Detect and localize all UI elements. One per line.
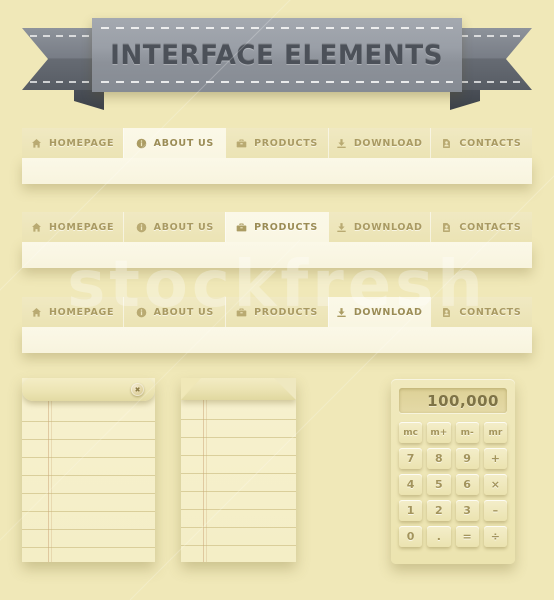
calc-key-decimal[interactable]: . [427,526,451,547]
nav-tab-label: PRODUCTS [254,306,318,318]
briefcase-icon [236,138,247,149]
nav-tab-label: ABOUT US [153,306,214,318]
nav-tab-label: DOWNLOAD [353,306,423,318]
calculator-display-value: 100,000 [427,391,499,410]
calc-key-subtract[interactable]: – [483,500,507,521]
ribbon-banner: INTERFACE ELEMENTS [92,18,462,92]
nav-tab-label: HOMEPAGE [48,221,115,233]
notepad-ruled-lines [22,404,155,562]
calculator: 100,000 mc m+ m-mr 7 8 9 +4 5 6 × 1 2 3– 0. = ÷ [391,379,515,564]
calc-key-6[interactable]: 6 [455,474,479,495]
home-icon [31,222,42,233]
nav-tab-contacts[interactable]: CONTACTS [430,212,533,242]
nav-tab-homepage[interactable]: HOMEPAGE [22,297,125,327]
download-icon [336,138,347,149]
nav-tab-download[interactable]: DOWNLOAD [328,297,431,327]
contact-card-icon [441,138,452,149]
nav-tab-list: HOMEPAGE ABOUT US PRODUCTS DOWNLOAD CONTACTS [22,128,533,158]
nav-content-panel [22,242,532,268]
nav-tab-homepage[interactable]: HOMEPAGE [22,212,125,242]
banner-title: INTERFACE ELEMENTS [110,39,444,71]
navbar-1: HOMEPAGE ABOUT US PRODUCTS DOWNLOAD CONTACTS [22,128,533,184]
nav-tab-contacts[interactable]: CONTACTS [430,128,533,158]
notepad-margin-line [48,378,49,562]
nav-tab-label: DOWNLOAD [353,221,423,233]
nav-tab-about-us[interactable]: ABOUT US [124,297,227,327]
contact-card-icon [441,307,452,318]
nav-tab-label: CONTACTS [459,137,522,149]
calc-key-mminus[interactable]: m- [455,422,479,443]
banner: INTERFACE ELEMENTS [0,10,554,110]
nav-tab-label: DOWNLOAD [353,137,423,149]
navbar-3: HOMEPAGE ABOUT US PRODUCTS DOWNLOAD CONTACTS [22,297,533,353]
info-icon [136,222,147,233]
calc-key-mc[interactable]: mc [399,422,423,443]
calc-key-8[interactable]: 8 [427,448,451,469]
nav-tab-products[interactable]: PRODUCTS [226,297,329,327]
notepad-ruled-lines [181,402,296,562]
ribbon-stitch [101,81,453,83]
notepad-curled-edge [181,378,296,400]
notepad-curl-tip [181,378,201,400]
calc-key-3[interactable]: 3 [455,500,479,521]
nav-tab-label: CONTACTS [459,306,522,318]
calc-key-4[interactable]: 4 [399,474,423,495]
nav-tab-label: CONTACTS [459,221,522,233]
nav-tab-contacts[interactable]: CONTACTS [430,297,533,327]
nav-tab-label: ABOUT US [153,137,214,149]
nav-content-panel [22,158,532,184]
notepad-margin-line [206,378,207,562]
briefcase-icon [236,307,247,318]
contact-card-icon [441,222,452,233]
calc-key-divide[interactable]: ÷ [483,526,507,547]
calc-key-1[interactable]: 1 [399,500,423,521]
notepad-curl[interactable] [181,378,296,562]
nav-tab-download[interactable]: DOWNLOAD [328,128,431,158]
calculator-keypad: mc m+ m-mr 7 8 9 +4 5 6 × 1 2 3– 0. = ÷ [399,422,507,547]
calc-key-0[interactable]: 0 [399,526,423,547]
nav-tab-products[interactable]: PRODUCTS [226,212,329,242]
nav-tab-homepage[interactable]: HOMEPAGE [22,128,125,158]
ribbon-fold-right [450,90,480,110]
home-icon [31,138,42,149]
calc-key-5[interactable]: 5 [427,474,451,495]
calc-key-mr[interactable]: mr [483,422,507,443]
nav-tab-label: HOMEPAGE [48,306,115,318]
ribbon-fold-left [74,90,104,110]
info-icon [136,138,147,149]
notepad-margin-line [203,378,204,562]
nav-tab-list: HOMEPAGE ABOUT US PRODUCTS DOWNLOAD CONTACTS [22,297,533,327]
ribbon-stitch [101,27,453,29]
calculator-display: 100,000 [399,388,507,413]
info-icon [136,307,147,318]
brad-fastener-icon[interactable]: ✖ [131,383,144,396]
briefcase-icon [236,222,247,233]
nav-tab-label: PRODUCTS [254,137,318,149]
home-icon [31,307,42,318]
download-icon [336,222,347,233]
calc-key-plus[interactable]: + [483,448,507,469]
nav-content-panel [22,327,532,353]
calc-key-mplus[interactable]: m+ [427,422,451,443]
nav-tab-about-us[interactable]: ABOUT US [124,212,227,242]
calc-key-equals[interactable]: = [455,526,479,547]
navbar-2: HOMEPAGE ABOUT US PRODUCTS DOWNLOAD CONTACTS [22,212,533,268]
nav-tab-products[interactable]: PRODUCTS [226,128,329,158]
nav-tab-download[interactable]: DOWNLOAD [328,212,431,242]
calc-key-7[interactable]: 7 [399,448,423,469]
nav-tab-label: HOMEPAGE [48,137,115,149]
nav-tab-list: HOMEPAGE ABOUT US PRODUCTS DOWNLOAD CONTACTS [22,212,533,242]
calc-key-9[interactable]: 9 [455,448,479,469]
nav-tab-label: ABOUT US [153,221,214,233]
nav-tab-about-us[interactable]: ABOUT US [124,128,227,158]
notepad-margin-line [51,378,52,562]
calc-key-2[interactable]: 2 [427,500,451,521]
calc-key-multiply[interactable]: × [483,474,507,495]
nav-tab-label: PRODUCTS [254,221,318,233]
notepad-clip[interactable]: ✖ [22,378,155,562]
download-icon [336,307,347,318]
